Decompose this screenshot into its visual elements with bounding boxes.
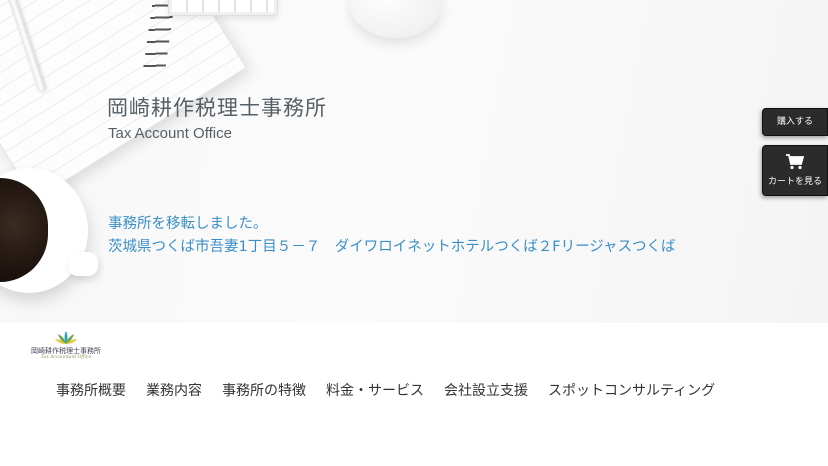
relocation-notice: 事務所を移転しました。	[108, 216, 268, 232]
nav-item-spot-consulting[interactable]: スポットコンサルティング	[548, 380, 715, 400]
buy-button[interactable]: 購入する	[762, 108, 828, 136]
nav-item-company-setup[interactable]: 会社設立支援	[444, 380, 528, 400]
nav-item-services[interactable]: 業務内容	[146, 380, 202, 400]
view-cart-label: カートを見る	[767, 177, 822, 187]
cup-handle-decoration	[68, 252, 98, 276]
lotus-icon	[55, 331, 77, 344]
logo-subtext: Tax Accountant Office	[40, 355, 92, 360]
keyboard-decoration	[168, 0, 278, 16]
mouse-decoration	[350, 0, 442, 38]
hero-banner: 岡崎耕作税理士事務所 Tax Account Office 事務所を移転しました…	[0, 0, 828, 323]
nav-item-features[interactable]: 事務所の特徴	[222, 380, 306, 400]
new-address: 茨城県つくば市吾妻1丁目５－７ ダイワロイネットホテルつくば２Fリージャスつくば	[108, 239, 676, 255]
nav-item-pricing[interactable]: 料金・サービス	[326, 380, 424, 400]
hero-subtitle: Tax Account Office	[108, 125, 232, 142]
cart-icon	[786, 154, 804, 170]
nav-item-office-overview[interactable]: 事務所概要	[56, 380, 126, 400]
site-logo[interactable]: 岡崎耕作税理士事務所 Tax Accountant Office	[30, 330, 102, 362]
view-cart-button[interactable]: カートを見る	[762, 145, 828, 196]
buy-button-label: 購入する	[776, 117, 813, 127]
hero-title: 岡崎耕作税理士事務所	[107, 96, 327, 120]
main-navigation: 事務所概要 業務内容 事務所の特徴 料金・サービス 会社設立支援 スポットコンサ…	[56, 380, 715, 400]
